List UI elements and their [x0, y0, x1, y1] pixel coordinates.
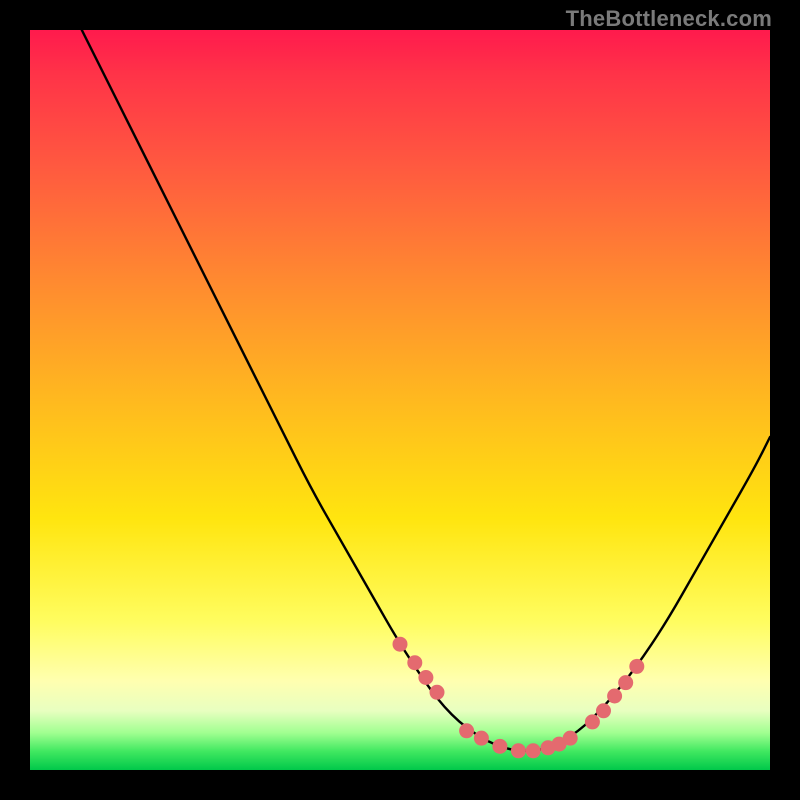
- data-point: [492, 739, 507, 754]
- data-point: [393, 637, 408, 652]
- data-point: [596, 703, 611, 718]
- data-point: [430, 685, 445, 700]
- chart-stage: TheBottleneck.com: [0, 0, 800, 800]
- attribution-text: TheBottleneck.com: [566, 6, 772, 32]
- curve-line: [82, 30, 770, 751]
- data-point: [618, 675, 633, 690]
- chart-overlay: [30, 30, 770, 770]
- data-point: [526, 743, 541, 758]
- data-point: [459, 723, 474, 738]
- data-point: [563, 731, 578, 746]
- data-point: [474, 731, 489, 746]
- data-point: [407, 655, 422, 670]
- plot-area: [30, 30, 770, 770]
- curve-markers: [393, 637, 645, 759]
- data-point: [629, 659, 644, 674]
- data-point: [511, 743, 526, 758]
- data-point: [418, 670, 433, 685]
- data-point: [607, 689, 622, 704]
- data-point: [585, 714, 600, 729]
